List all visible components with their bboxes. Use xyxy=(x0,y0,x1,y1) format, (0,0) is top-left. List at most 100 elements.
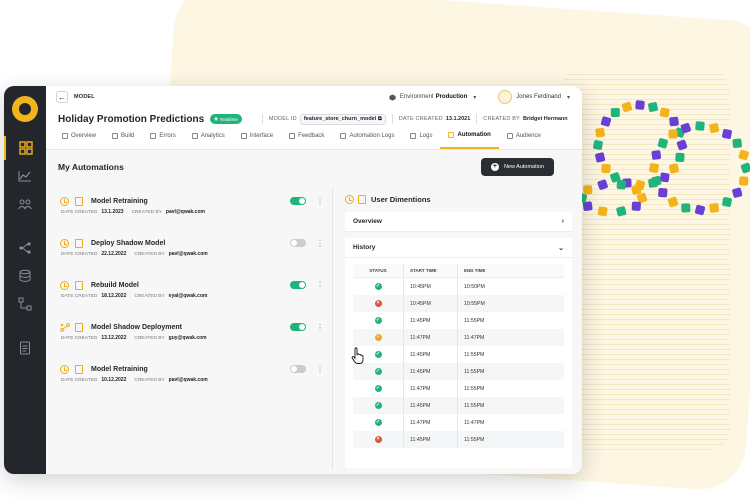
chevron-down-icon: ⌄ xyxy=(558,244,564,252)
automation-meta: DATE CREATED 13.1.2023 CREATED BY pavl@qwak… xyxy=(60,209,322,215)
table-row[interactable]: ✓ 11:47PM 11:47PM xyxy=(353,414,564,431)
tab-analytics[interactable]: Analytics xyxy=(184,129,233,149)
tab-automation-logs[interactable]: Automation Logs xyxy=(332,129,402,149)
document-icon xyxy=(75,364,83,374)
new-automation-button[interactable]: + New Automation xyxy=(480,158,554,176)
automation-toggle[interactable] xyxy=(290,365,306,373)
more-options-icon[interactable]: ⋮ xyxy=(316,281,324,290)
tab-interface[interactable]: Interface xyxy=(233,129,281,149)
created-by-label: CREATED BY xyxy=(131,209,162,215)
automation-name: Rebuild Model xyxy=(91,281,139,289)
automation-toggle[interactable] xyxy=(290,197,306,205)
automation-toggle[interactable] xyxy=(290,239,306,247)
tab-errors[interactable]: Errors xyxy=(142,129,183,149)
tab-icon xyxy=(62,133,68,139)
created-by-value: eyal@qwak.com xyxy=(168,293,208,299)
tab-icon xyxy=(448,132,455,138)
history-accordion[interactable]: History ⌄ xyxy=(345,238,572,258)
end-time: 11:47PM xyxy=(457,329,564,346)
tab-label: Audience xyxy=(515,133,541,139)
start-time: 11:45PM xyxy=(403,346,457,363)
status-success-icon: ✓ xyxy=(374,283,382,290)
table-row[interactable]: ✓ 11:45PM 11:55PM xyxy=(353,363,564,380)
automation-item[interactable]: Model Shadow Deployment ⋮ DATE CREATED 13.1… xyxy=(60,314,324,356)
dashboard-grid-icon[interactable] xyxy=(4,136,46,160)
table-row[interactable]: ✓ 11:45PM 11:55PM xyxy=(353,346,564,363)
created-by-label: CREATED BY xyxy=(134,251,165,257)
environment-value: Production xyxy=(435,94,468,100)
end-time: 11:47PM xyxy=(457,414,564,431)
document-icon xyxy=(75,238,83,248)
users-icon[interactable] xyxy=(4,192,46,216)
breadcrumb: MODEL xyxy=(74,94,95,100)
more-options-icon[interactable]: ⋮ xyxy=(316,197,324,206)
tab-automation[interactable]: Automation xyxy=(440,129,499,149)
arrow-left-icon: ← xyxy=(58,92,66,102)
tab-icon xyxy=(340,133,347,139)
model-id-label: MODEL ID xyxy=(268,116,297,122)
start-time: 11:45PM xyxy=(403,431,457,448)
automation-item[interactable]: Deploy Shadow Model ⋮ DATE CREATED 22.12.20… xyxy=(60,230,324,272)
tab-build[interactable]: Build xyxy=(104,129,142,149)
clock-icon xyxy=(60,196,69,206)
document-icon xyxy=(75,322,83,332)
date-created-label: DATE CREATED xyxy=(61,335,98,341)
document-icon[interactable] xyxy=(4,336,46,360)
automation-meta: DATE CREATED 18.12.2022 CREATED BY eyal@qwa… xyxy=(60,293,322,299)
chart-icon[interactable] xyxy=(4,164,46,188)
tab-label: Automation Logs xyxy=(349,133,395,139)
more-options-icon[interactable]: ⋮ xyxy=(316,365,324,374)
automation-item[interactable]: Model Retraining ⋮ DATE CREATED 10.12.2022 C… xyxy=(60,356,324,398)
user-name: Jones Ferdinand xyxy=(516,94,561,100)
start-time: 11:47PM xyxy=(403,380,457,397)
environment-selector[interactable]: Environment Production ▾ xyxy=(389,93,476,101)
table-row[interactable]: ✓ 11:45PM 11:55PM xyxy=(353,312,564,329)
table-row[interactable]: • 11:47PM 11:47PM xyxy=(353,329,564,346)
date-created-value: 13.1.2021 xyxy=(445,116,471,122)
tab-logs[interactable]: Logs xyxy=(402,129,440,149)
model-id-value[interactable]: feature_store_churn_model ⧉ xyxy=(299,113,386,125)
automation-item[interactable]: Rebuild Model ⋮ DATE CREATED 18.12.2022 CREA… xyxy=(60,272,324,314)
history-table-header: STATUS START TIME END TIME xyxy=(353,264,564,278)
automation-item[interactable]: Model Retraining ⋮ DATE CREATED 13.1.2023 CR… xyxy=(60,188,324,230)
date-created-value: 10.12.2022 xyxy=(101,377,127,383)
chevron-right-icon: › xyxy=(561,218,564,225)
status-success-icon: ✓ xyxy=(374,351,382,358)
table-row[interactable]: ✓ 11:47PM 11:55PM xyxy=(353,380,564,397)
clock-icon xyxy=(345,194,354,204)
created-by-value: guy@qwak.com xyxy=(168,335,207,341)
start-time: 11:45PM xyxy=(403,312,457,329)
tab-feedback[interactable]: Feedback xyxy=(281,129,332,149)
table-row[interactable]: × 11:45PM 11:55PM xyxy=(353,431,564,448)
automation-name: Model Retraining xyxy=(91,365,148,373)
back-button[interactable]: ← xyxy=(56,91,68,103)
more-options-icon[interactable]: ⋮ xyxy=(316,239,324,248)
date-created-label: DATE CREATED xyxy=(61,293,98,299)
created-by-label: CREATED BY xyxy=(134,377,165,383)
automation-toggle[interactable] xyxy=(290,281,306,289)
table-row[interactable]: × 10:45PM 10:55PM xyxy=(353,295,564,312)
automation-toggle[interactable] xyxy=(290,323,306,331)
realtime-badge: ◉ Realtime xyxy=(210,114,242,124)
qwak-logo-icon[interactable] xyxy=(12,96,38,122)
database-icon[interactable] xyxy=(4,264,46,288)
table-row[interactable]: ✓ 11:45PM 11:55PM xyxy=(353,397,564,414)
end-time: 11:55PM xyxy=(457,397,564,414)
environment-label: Environment xyxy=(399,94,434,100)
user-menu[interactable]: Jones Ferdinand ▾ xyxy=(498,90,570,104)
tab-bar: Overview Build Errors Analytics Interface Fee… xyxy=(46,130,582,150)
status-success-icon: ✓ xyxy=(374,368,382,375)
automation-name: Model Shadow Deployment xyxy=(91,323,183,331)
column-end-time: END TIME xyxy=(457,264,564,277)
flow-icon[interactable] xyxy=(4,236,46,260)
tab-audience[interactable]: Audience xyxy=(499,129,549,149)
deploy-icon[interactable] xyxy=(4,292,46,316)
automations-header: My Automations + New Automation xyxy=(46,150,582,184)
overview-accordion[interactable]: Overview › xyxy=(345,212,572,232)
hand-cursor-icon xyxy=(351,347,364,364)
tab-overview[interactable]: Overview xyxy=(54,129,104,149)
clock-icon xyxy=(60,238,69,248)
table-row[interactable]: ✓ 10:45PM 10:50PM xyxy=(353,278,564,295)
more-options-icon[interactable]: ⋮ xyxy=(316,323,324,332)
copy-icon[interactable]: ⧉ xyxy=(378,116,382,122)
